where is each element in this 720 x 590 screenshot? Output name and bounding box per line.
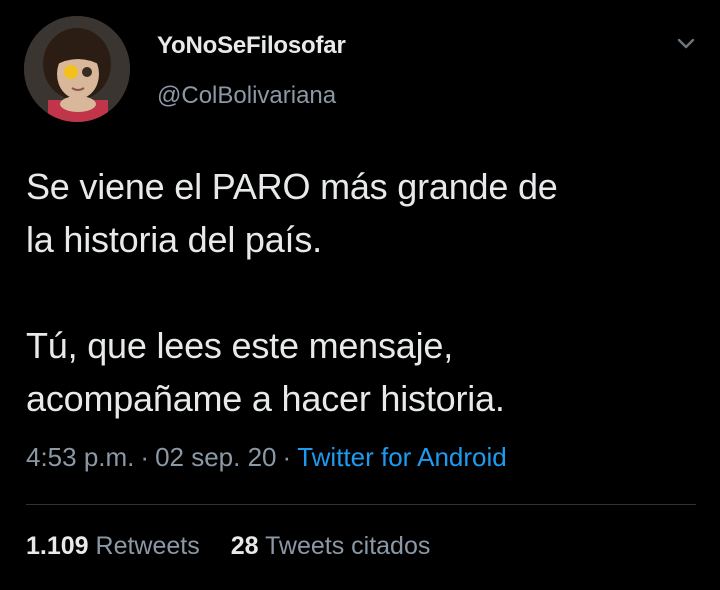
author-handle[interactable]: @ColBolivariana xyxy=(157,82,336,110)
author-display-name[interactable]: YoNoSeFilosofar xyxy=(157,32,346,60)
quotes-count: 28 xyxy=(230,532,259,560)
avatar[interactable] xyxy=(24,16,130,122)
tweet-date[interactable]: 02 sep. 20 xyxy=(155,442,276,472)
retweets-label: Retweets xyxy=(95,532,200,560)
divider xyxy=(26,504,696,505)
retweets-stat[interactable]: 1.109 Retweets xyxy=(26,532,207,560)
avatar-image xyxy=(24,16,130,122)
tweet-stats: 1.109 Retweets 28 Tweets citados xyxy=(26,532,454,561)
chevron-down-icon[interactable] xyxy=(672,30,700,58)
tweet-meta: 4:53 p.m. · 02 sep. 20 · Twitter for Android xyxy=(26,442,507,473)
meta-separator: · xyxy=(140,442,150,472)
tweet-time[interactable]: 4:53 p.m. xyxy=(26,442,134,472)
quotes-stat[interactable]: 28 Tweets citados xyxy=(231,532,431,560)
retweets-count: 1.109 xyxy=(26,532,89,560)
tweet-detail: YoNoSeFilosofar @ColBolivariana Se viene… xyxy=(0,0,720,590)
quotes-label: Tweets citados xyxy=(265,532,431,560)
meta-separator: · xyxy=(282,442,292,472)
tweet-source-link[interactable]: Twitter for Android xyxy=(297,442,507,472)
tweet-text: Se viene el PARO más grande de la histor… xyxy=(26,166,558,419)
